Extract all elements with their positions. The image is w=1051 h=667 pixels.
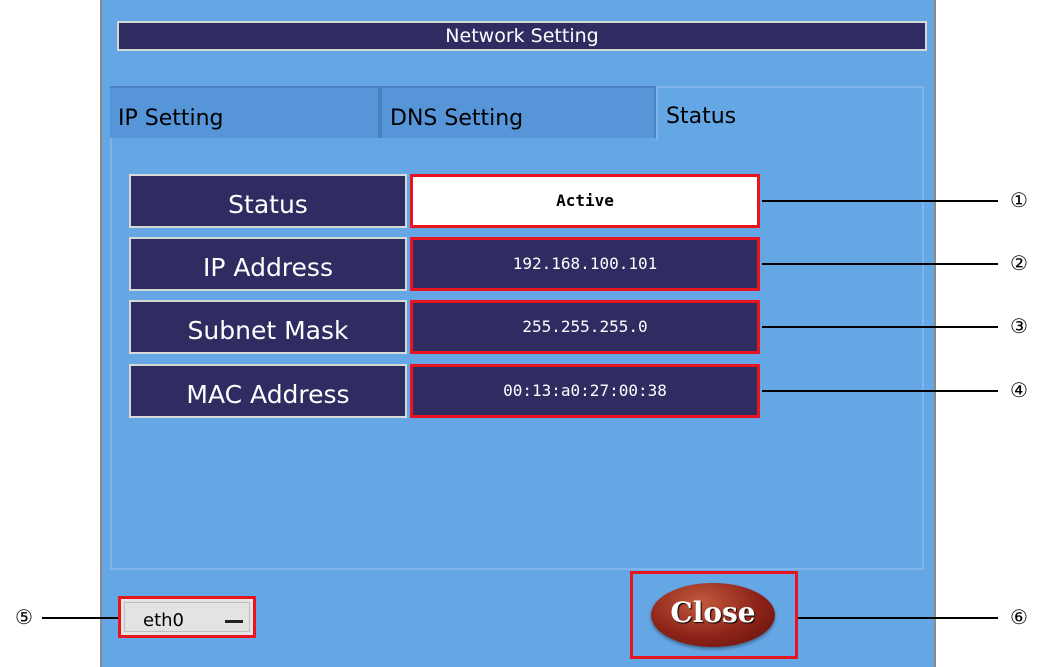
- callout-line-3: [762, 326, 998, 328]
- ip-address-label: IP Address: [129, 237, 407, 291]
- subnet-mask-label: Subnet Mask: [129, 300, 407, 354]
- tab-label: DNS Setting: [390, 106, 524, 131]
- callout-1: ①: [1010, 188, 1028, 212]
- tab-label: IP Setting: [118, 106, 224, 131]
- mac-address-label: MAC Address: [129, 364, 407, 418]
- close-button-highlight: Close: [630, 571, 798, 659]
- callout-5: ⑤: [15, 605, 33, 629]
- tab-status[interactable]: Status: [656, 86, 924, 140]
- status-label: Status: [129, 174, 407, 228]
- tab-ip-setting[interactable]: IP Setting: [110, 86, 380, 138]
- callout-line-5: [42, 617, 118, 619]
- tab-label: Status: [666, 104, 737, 129]
- interface-select-value: eth0: [143, 610, 184, 631]
- mac-address-value: 00:13:a0:27:00:38: [410, 364, 760, 418]
- subnet-mask-value: 255.255.255.0: [410, 300, 760, 354]
- callout-4: ④: [1010, 378, 1028, 402]
- window-title: Network Setting: [117, 21, 927, 51]
- callout-line-4: [762, 390, 998, 392]
- status-value: Active: [410, 174, 760, 228]
- ip-address-value: 192.168.100.101: [410, 237, 760, 291]
- callout-line-6: [798, 617, 998, 619]
- interface-select[interactable]: eth0: [118, 596, 256, 638]
- callout-3: ③: [1010, 314, 1028, 338]
- callout-6: ⑥: [1010, 605, 1028, 629]
- option-menu-indicator-icon: [225, 620, 243, 623]
- close-button[interactable]: Close: [651, 583, 775, 647]
- close-button-label: Close: [670, 596, 756, 629]
- callout-2: ②: [1010, 251, 1028, 275]
- callout-line-2: [762, 263, 998, 265]
- callout-line-1: [762, 200, 998, 202]
- tab-dns-setting[interactable]: DNS Setting: [380, 86, 656, 138]
